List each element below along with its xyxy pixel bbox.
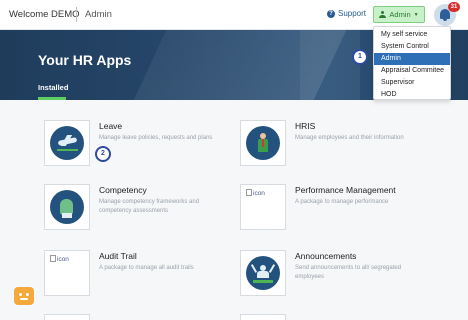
help-icon: ? xyxy=(327,9,335,18)
support-label: Support xyxy=(338,9,367,18)
welcome-text: Welcome DEMO xyxy=(9,9,80,20)
support-link[interactable]: ? Support xyxy=(327,9,366,18)
airplane-icon xyxy=(50,126,84,160)
app-icon-box[interactable] xyxy=(240,120,286,166)
app-icon-box[interactable] xyxy=(44,184,90,230)
app-description: Manage competency frameworks and compete… xyxy=(99,199,200,214)
breadcrumb-admin: Admin xyxy=(85,9,112,20)
breadcrumb-separator xyxy=(76,7,77,22)
step-marker-2: 2 xyxy=(95,146,111,162)
tab-installed[interactable]: Installed xyxy=(38,83,68,92)
app-description: A package to manage performance xyxy=(295,199,389,205)
app-icon-box[interactable]: icon xyxy=(44,250,90,296)
app-icon-box[interactable] xyxy=(44,120,90,166)
chevron-down-icon: ▼ xyxy=(413,11,419,18)
app-icon-box[interactable] xyxy=(240,314,286,320)
app-description: A package to manage all audit trails xyxy=(99,265,194,271)
menu-item-system-control[interactable]: System Control xyxy=(374,41,450,53)
employee-icon xyxy=(246,126,280,160)
app-title[interactable]: Leave xyxy=(99,121,122,131)
app-title[interactable]: Competency xyxy=(99,185,147,195)
menu-item-admin[interactable]: Admin xyxy=(374,53,450,65)
app-icon-box[interactable]: icon xyxy=(240,184,286,230)
app-title[interactable]: Performance Management xyxy=(295,185,396,195)
app-icon-box[interactable] xyxy=(240,250,286,296)
hero-decoration xyxy=(300,30,360,100)
menu-item-my-self-service[interactable]: My self service xyxy=(374,29,450,41)
app-title[interactable]: HRIS xyxy=(295,121,315,131)
app-description: Send announcements to all/ segregated em… xyxy=(295,265,402,280)
app-icon-box[interactable] xyxy=(44,314,90,320)
tab-active-indicator xyxy=(38,97,66,100)
app-description: Manage employees and their information xyxy=(295,135,404,141)
admin-dropdown-menu: My self service System Control Admin App… xyxy=(373,26,451,100)
app-title[interactable]: Announcements xyxy=(295,251,356,261)
announcement-icon xyxy=(246,256,280,290)
chat-widget-icon[interactable] xyxy=(14,287,34,305)
notification-badge: 31 xyxy=(448,2,460,12)
menu-item-supervisor[interactable]: Supervisor xyxy=(374,77,450,89)
user-icon xyxy=(379,11,387,18)
menu-item-appraisal-committee[interactable]: Appraisal Commitee xyxy=(374,65,450,77)
page-title: Your HR Apps xyxy=(38,52,132,68)
admin-menu-button[interactable]: Admin ▼ xyxy=(373,6,425,23)
step-marker-1: 1 xyxy=(352,49,368,65)
app-title[interactable]: Audit Trail xyxy=(99,251,137,261)
broken-image-icon: icon xyxy=(50,255,69,263)
hand-icon xyxy=(50,190,84,224)
menu-item-hod[interactable]: HOD xyxy=(374,89,450,101)
broken-image-icon: icon xyxy=(246,189,265,197)
admin-button-label: Admin xyxy=(389,10,411,19)
app-description: Manage leave policies, requests and plan… xyxy=(99,135,213,141)
